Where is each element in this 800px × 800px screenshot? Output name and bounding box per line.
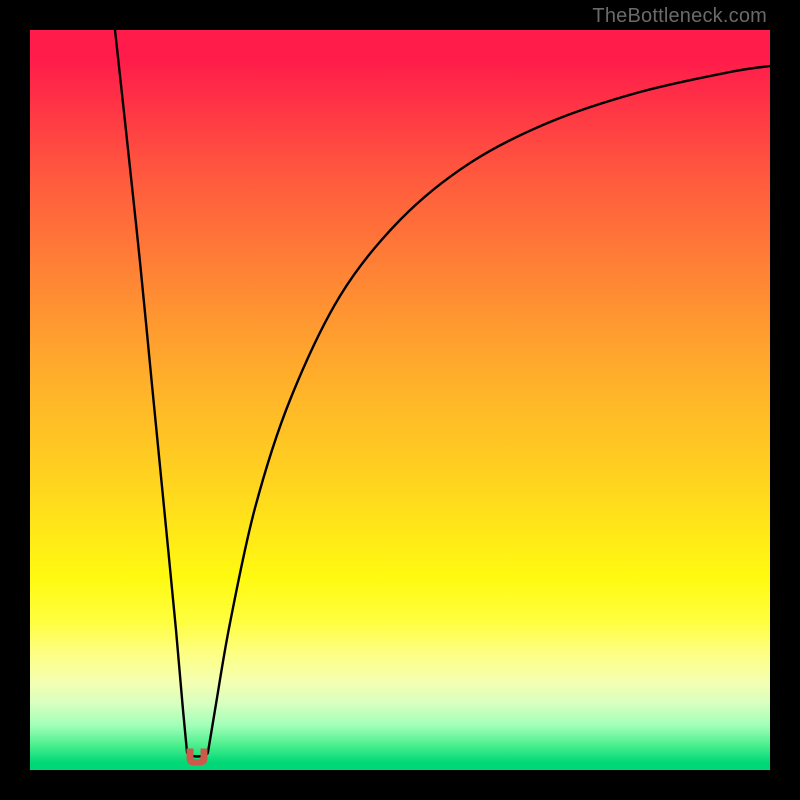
bottleneck-curve: [115, 30, 770, 757]
chart-frame: TheBottleneck.com: [0, 0, 800, 800]
curve-layer: [30, 30, 770, 770]
watermark-text: TheBottleneck.com: [592, 5, 767, 28]
plot-area: [30, 30, 770, 770]
